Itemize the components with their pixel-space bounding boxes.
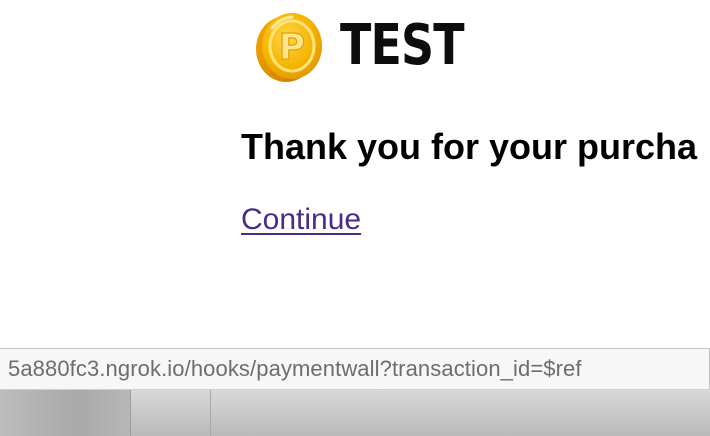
dock-divider: [210, 390, 211, 436]
status-url: 5a880fc3.ngrok.io/hooks/paymentwall?tran…: [8, 356, 582, 381]
logo-text: TEST: [340, 13, 465, 78]
dock-segment: [0, 390, 130, 436]
page-heading: Thank you for your purcha: [241, 126, 698, 167]
p-coin-icon: P: [256, 13, 322, 82]
dock-divider: [130, 390, 131, 436]
link-status-bar: 5a880fc3.ngrok.io/hooks/paymentwall?tran…: [0, 348, 710, 390]
bottom-dock: [0, 390, 710, 436]
site-logo[interactable]: P TEST: [252, 8, 491, 84]
svg-text:P: P: [279, 27, 305, 68]
continue-link[interactable]: Continue: [241, 202, 361, 238]
